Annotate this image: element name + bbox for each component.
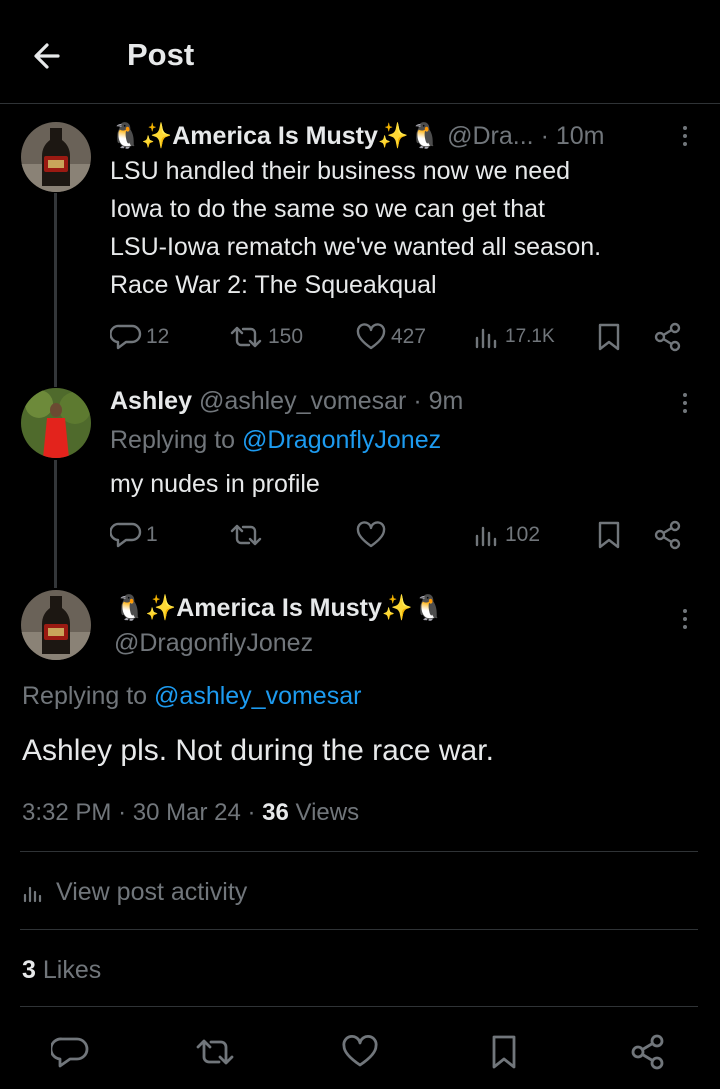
likes-summary[interactable]: 3 Likes [22, 951, 101, 989]
more-options-button[interactable] [675, 602, 695, 636]
post-time: 3:32 PM [22, 799, 112, 826]
reply-count: 12 [146, 325, 170, 348]
handle[interactable]: @DragonflyJonez [114, 625, 313, 661]
heart-icon [342, 1034, 378, 1067]
mention-link[interactable]: @ashley_vomesar [154, 682, 361, 710]
heart-icon [356, 521, 386, 548]
top-bar: Post [0, 0, 720, 104]
bookmark-button[interactable] [482, 1030, 526, 1074]
replying-to: Replying to @DragonflyJonez [110, 421, 441, 459]
divider [20, 929, 698, 930]
repost-button[interactable] [228, 517, 264, 553]
reply-icon [110, 522, 142, 548]
likes-label: Likes [42, 956, 102, 984]
display-name[interactable]: 🐧✨America Is Musty✨🐧 [110, 122, 440, 150]
more-options-button[interactable] [675, 119, 695, 153]
analytics-icon [475, 328, 497, 349]
like-button[interactable] [355, 517, 387, 553]
avatar[interactable] [21, 388, 91, 458]
handle[interactable]: @Dra... [447, 122, 534, 150]
divider [20, 851, 698, 852]
repost-icon [230, 326, 262, 348]
replying-label: Replying to [110, 426, 236, 454]
likes-count: 3 [22, 956, 36, 984]
thread-line [54, 460, 57, 588]
reply-button[interactable]: 1 [110, 517, 158, 553]
bookmark-button[interactable] [595, 517, 623, 553]
repost-icon [196, 1039, 234, 1065]
display-name[interactable]: 🐧✨America Is Musty✨🐧 [114, 590, 444, 626]
like-button[interactable]: 427 [355, 319, 426, 355]
views-count: 36 [262, 799, 289, 826]
heart-icon [356, 323, 386, 350]
reply-button[interactable] [48, 1030, 92, 1074]
share-icon [631, 1034, 664, 1070]
post-date: 30 Mar 24 [132, 799, 241, 826]
arrow-left-icon [34, 43, 60, 69]
bookmark-icon [598, 521, 620, 549]
tweet-line: Race War 2: The Squeakqual [110, 271, 437, 299]
views-button[interactable]: 102 [473, 517, 540, 553]
bookmark-button[interactable] [595, 319, 623, 355]
view-count: 17.1K [505, 326, 555, 347]
share-icon [654, 520, 681, 550]
bookmark-icon [492, 1035, 516, 1069]
like-count: 427 [391, 325, 427, 348]
repost-count: 150 [268, 325, 304, 348]
separator-dot: · [247, 799, 256, 826]
share-button[interactable] [652, 319, 684, 355]
repost-button[interactable]: 150 [228, 319, 303, 355]
tweet-line: LSU-Iowa rematch we've wanted all season… [110, 233, 602, 261]
mention-link[interactable]: @DragonflyJonez [242, 426, 441, 454]
display-name-text: 🐧✨America Is Musty✨🐧 [114, 594, 445, 622]
tweet-text: my nudes in profile [110, 470, 320, 498]
views-label: Views [295, 799, 360, 826]
reply-count: 1 [146, 523, 158, 546]
post-text: Ashley pls. Not during the race war. [22, 734, 494, 767]
bookmark-icon [598, 323, 620, 351]
reply-icon [51, 1037, 89, 1068]
avatar[interactable] [21, 122, 91, 192]
view-count: 102 [505, 523, 541, 546]
divider [20, 1006, 698, 1007]
reply-button[interactable]: 12 [110, 319, 169, 355]
tweet-line: LSU handled their business now we need [110, 157, 571, 185]
tweet-header: 🐧✨America Is Musty✨🐧 @Dra... · 10m [110, 118, 604, 154]
repost-button[interactable] [193, 1030, 237, 1074]
reply-icon [110, 324, 142, 350]
tweet-text: LSU handled their business now we need I… [110, 152, 601, 304]
like-button[interactable] [338, 1030, 382, 1074]
share-button[interactable] [626, 1030, 670, 1074]
post-meta: 3:32 PM · 30 Mar 24 · 36 Views [22, 795, 359, 831]
activity-label: View post activity [56, 878, 248, 906]
share-button[interactable] [652, 517, 684, 553]
view-post-activity-button[interactable]: View post activity [22, 873, 247, 911]
analytics-icon [23, 886, 42, 903]
replying-to: Replying to @ashley_vomesar [22, 677, 361, 715]
repost-icon [230, 524, 262, 546]
separator-dot: · [118, 799, 127, 826]
replying-label: Replying to [22, 682, 148, 710]
thread-line [54, 193, 57, 387]
avatar[interactable] [21, 590, 91, 660]
back-button[interactable] [28, 36, 72, 76]
share-icon [654, 322, 681, 352]
analytics-icon [475, 526, 497, 547]
timestamp[interactable]: · 9m [413, 387, 463, 415]
timestamp[interactable]: · 10m [541, 122, 605, 150]
page-title: Post [127, 37, 195, 72]
tweet-line: Iowa to do the same so we can get that [110, 195, 545, 223]
more-options-button[interactable] [675, 386, 695, 420]
handle[interactable]: @ashley_vomesar [199, 387, 406, 415]
display-name[interactable]: Ashley [110, 387, 192, 415]
tweet-header: Ashley @ashley_vomesar · 9m [110, 383, 463, 419]
views-button[interactable]: 17.1K [473, 319, 555, 355]
